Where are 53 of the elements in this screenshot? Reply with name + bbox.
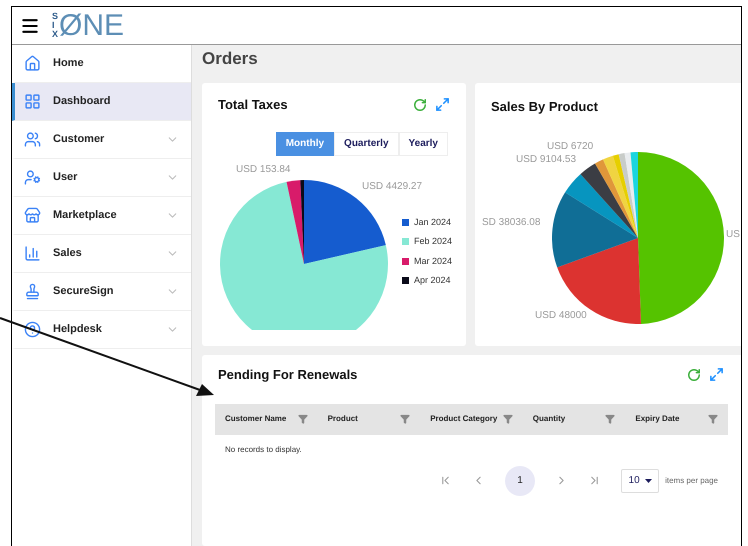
help-icon — [24, 321, 41, 338]
bar-chart-icon — [24, 245, 41, 262]
card-title: Total Taxes — [218, 96, 288, 114]
page-size-dropdown[interactable]: 10 — [621, 468, 660, 492]
page-button[interactable]: 1 — [505, 466, 536, 496]
column-header[interactable]: Quantity — [532, 413, 566, 425]
home-icon — [24, 55, 41, 72]
expand-icon[interactable] — [435, 97, 450, 112]
column-header[interactable]: Product — [328, 413, 358, 425]
card-title: Sales By Product — [491, 99, 598, 114]
slice-label: USD 48000 — [535, 309, 587, 323]
slice-label: USD 6720 — [547, 140, 594, 154]
slice-label: USD 9104.53 — [516, 153, 576, 167]
sidebar-item[interactable]: SecureSign — [12, 273, 191, 311]
column-header[interactable]: Customer Name — [225, 413, 286, 425]
legend-label: Mar 2024 — [414, 254, 452, 268]
page-title: Orders — [202, 51, 259, 70]
slice-label: USD 4429.27 — [362, 180, 422, 194]
expand-icon[interactable] — [709, 367, 724, 382]
refresh-icon[interactable] — [687, 368, 701, 382]
sidebar-item[interactable]: Marketplace — [12, 197, 191, 235]
user-gear-icon — [24, 169, 41, 186]
sidebar-item[interactable]: Sales — [12, 235, 191, 273]
filter-icon[interactable] — [400, 414, 410, 424]
logo-small-text: SIX — [52, 12, 59, 39]
sidebar-item[interactable]: Dashboard — [12, 83, 191, 121]
store-icon — [24, 207, 41, 224]
slice-label: SD 38036.08 — [482, 216, 540, 230]
refresh-icon[interactable] — [413, 98, 427, 112]
logo-text: ØNE — [59, 10, 124, 42]
filter-icon[interactable] — [298, 414, 308, 424]
legend-label: Jan 2024 — [414, 216, 452, 228]
filter-icon[interactable] — [605, 414, 616, 424]
period-toggle[interactable]: Quarterly — [334, 132, 399, 156]
sidebar-item[interactable]: Helpdesk — [12, 311, 191, 349]
sidebar-item[interactable]: Customer — [12, 121, 191, 159]
filter-icon[interactable] — [708, 414, 718, 424]
legend-label: Apr 2024 — [414, 274, 451, 287]
column-header[interactable]: Product Category — [430, 413, 498, 425]
period-toggle[interactable]: Yearly — [398, 132, 448, 156]
slice-label: US — [726, 228, 740, 242]
filter-icon[interactable] — [502, 414, 513, 424]
sidebar-item[interactable]: User — [12, 159, 191, 197]
page-size-label: items per page — [665, 474, 718, 486]
legend-label: Feb 2024 — [414, 235, 452, 248]
grid-icon — [24, 93, 41, 110]
column-header[interactable]: Expiry Date — [635, 413, 680, 425]
stamp-icon — [24, 283, 41, 300]
users-icon — [24, 131, 41, 148]
card-title: Pending For Renewals — [218, 366, 358, 384]
slice-label: USD 153.84 — [236, 162, 290, 176]
caret-down-icon — [644, 478, 652, 482]
empty-message: No records to display. — [224, 444, 303, 456]
